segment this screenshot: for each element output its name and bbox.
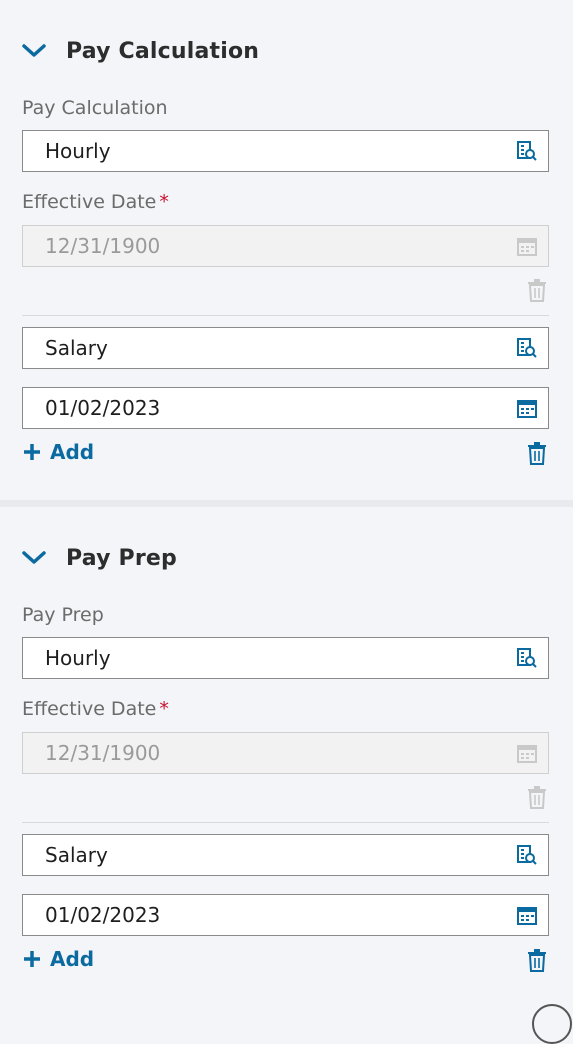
lookup-search-icon[interactable] [516, 647, 538, 669]
pay-prep-section: Pay Prep Pay Prep Hourly Effective Date *… [0, 507, 573, 1012]
section-title: Pay Calculation [66, 38, 260, 64]
pay-prep-input[interactable]: Salary [22, 834, 549, 876]
field-value: Salary [45, 336, 108, 360]
field-value: Hourly [45, 646, 111, 670]
pay-calculation-section: Pay Calculation Pay Calculation Hourly E… [0, 0, 573, 500]
calendar-icon [516, 235, 538, 257]
floating-action-edge[interactable] [532, 1004, 572, 1044]
effective-date-field-disabled: 12/31/1900 [22, 732, 549, 774]
calendar-icon[interactable] [516, 397, 538, 419]
lookup-search-icon[interactable] [516, 140, 538, 162]
pay-calculation-label: Pay Calculation [22, 97, 168, 119]
trash-icon [526, 785, 548, 809]
row-divider [22, 315, 549, 316]
effective-date-field-disabled: 12/31/1900 [22, 225, 549, 267]
effective-date-label: Effective Date * [22, 698, 169, 720]
trash-icon[interactable] [526, 441, 548, 465]
effective-date-label: Effective Date * [22, 191, 169, 213]
trash-icon[interactable] [526, 948, 548, 972]
pay-prep-label: Pay Prep [22, 604, 104, 626]
row-divider [22, 822, 549, 823]
lookup-search-icon[interactable] [516, 337, 538, 359]
plus-icon [22, 442, 42, 462]
field-value: Salary [45, 843, 108, 867]
effective-date-input[interactable]: 01/02/2023 [22, 387, 549, 429]
section-separator [0, 500, 573, 507]
required-marker: * [159, 698, 169, 720]
calendar-icon [516, 742, 538, 764]
pay-calculation-input[interactable]: Hourly [22, 130, 549, 172]
trash-icon [526, 278, 548, 302]
field-value: 12/31/1900 [45, 741, 161, 765]
required-marker: * [159, 191, 169, 213]
lookup-search-icon[interactable] [516, 844, 538, 866]
field-value: 01/02/2023 [45, 396, 161, 420]
add-button[interactable]: Add [22, 440, 94, 464]
chevron-down-icon[interactable] [22, 39, 46, 63]
pay-prep-input[interactable]: Hourly [22, 637, 549, 679]
section-title: Pay Prep [66, 545, 177, 571]
field-value: 01/02/2023 [45, 903, 161, 927]
add-label: Add [50, 440, 95, 464]
field-value: 12/31/1900 [45, 234, 161, 258]
add-label: Add [50, 947, 95, 971]
effective-date-input[interactable]: 01/02/2023 [22, 894, 549, 936]
pay-calculation-input[interactable]: Salary [22, 327, 549, 369]
pay-prep-header[interactable]: Pay Prep [22, 541, 177, 575]
chevron-down-icon[interactable] [22, 546, 46, 570]
calendar-icon[interactable] [516, 904, 538, 926]
add-button[interactable]: Add [22, 947, 94, 971]
field-value: Hourly [45, 139, 111, 163]
pay-calculation-header[interactable]: Pay Calculation [22, 34, 259, 68]
plus-icon [22, 949, 42, 969]
